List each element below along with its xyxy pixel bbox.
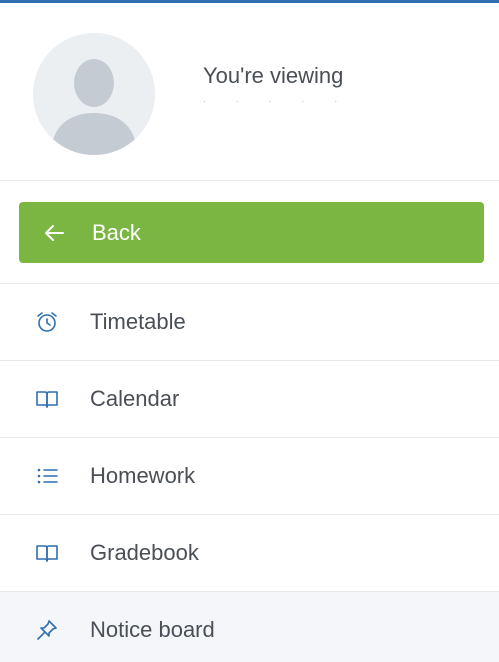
alarm-clock-icon — [35, 310, 59, 334]
menu-item-calendar[interactable]: Calendar — [0, 361, 499, 438]
viewing-label: You're viewing — [203, 63, 344, 88]
back-button-label: Back — [92, 219, 141, 245]
menu-item-homework[interactable]: Homework — [0, 438, 499, 515]
menu-item-label: Calendar — [90, 386, 180, 411]
book-icon — [35, 387, 59, 411]
pin-icon — [35, 618, 59, 642]
menu-item-notice-board[interactable]: Notice board — [0, 592, 499, 662]
back-section: Back — [0, 181, 499, 284]
sidebar-panel: You're viewing · · · · · · Back Timetabl… — [0, 0, 499, 662]
user-silhouette-icon — [33, 33, 155, 155]
menu-item-gradebook[interactable]: Gradebook — [0, 515, 499, 592]
menu-item-label: Timetable — [90, 309, 186, 334]
list-icon — [35, 464, 59, 488]
avatar — [33, 33, 155, 155]
profile-section: You're viewing · · · · · · — [0, 3, 499, 181]
menu-item-label: Notice board — [90, 617, 215, 642]
menu-item-timetable[interactable]: Timetable — [0, 284, 499, 361]
arrow-left-icon — [43, 222, 65, 244]
viewing-subtext: · · · · · · — [203, 99, 363, 105]
back-button[interactable]: Back — [19, 202, 484, 263]
book-icon — [35, 541, 59, 565]
menu-item-label: Gradebook — [90, 540, 199, 565]
menu-item-label: Homework — [90, 463, 196, 488]
